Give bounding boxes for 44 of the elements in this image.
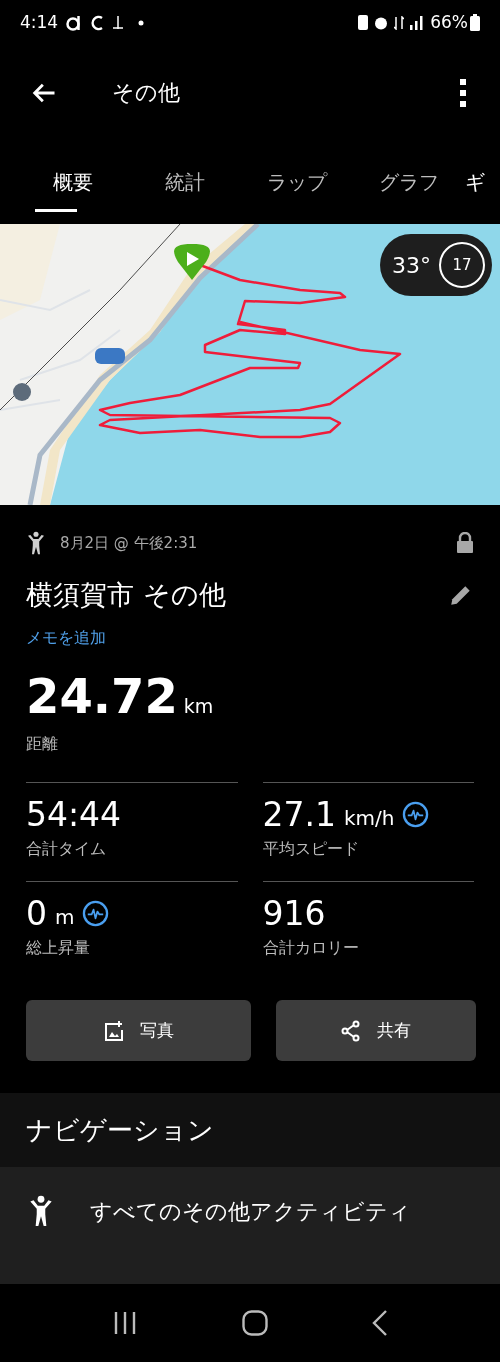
navigation-item[interactable]: すべてのその他アクティビティ xyxy=(0,1167,500,1284)
stat-value: 916 xyxy=(262,896,326,930)
screen-title: その他 xyxy=(112,79,181,107)
battery-percentage: 66% xyxy=(430,10,468,34)
distance-value: 24.72 xyxy=(26,671,178,720)
add-photo-button[interactable]: 写真 xyxy=(26,1000,251,1061)
add-note-link[interactable]: メモを追加 xyxy=(26,625,106,650)
stat-unit: m xyxy=(55,904,75,931)
dot-icon xyxy=(138,19,145,26)
tab[interactable]: 概要 xyxy=(17,140,129,224)
share-icon xyxy=(341,1019,361,1042)
section-heading: ナビゲーション xyxy=(26,1113,214,1147)
stat-label: 総上昇量 xyxy=(26,937,91,959)
sync-icon xyxy=(90,14,105,31)
person-icon xyxy=(28,1195,54,1227)
signal-icon xyxy=(410,15,425,30)
home-button[interactable] xyxy=(242,1310,268,1336)
share-button[interactable]: 共有 xyxy=(276,1000,476,1061)
stat-unit: km/h xyxy=(344,805,395,832)
activity-title: 横須賀市 その他 xyxy=(26,578,226,612)
stat-value: 27.1 xyxy=(262,797,336,831)
activity-chart-icon[interactable] xyxy=(402,800,430,828)
stat-label: 平均スピード xyxy=(262,838,360,860)
add-image-icon xyxy=(103,1019,124,1042)
stat-label: 合計タイム xyxy=(26,838,107,860)
wind-compass: 17 xyxy=(439,242,485,288)
recent-apps-button[interactable] xyxy=(112,1311,138,1335)
stat-value: 0 xyxy=(26,896,47,930)
activity-date: 8月2日 @ 午後2:31 xyxy=(60,532,198,554)
back-nav-button[interactable] xyxy=(372,1310,388,1336)
status-time: 4:14 xyxy=(20,10,59,34)
app-notification-icon xyxy=(66,13,83,32)
tab[interactable]: ギ xyxy=(465,140,500,224)
tab[interactable]: 統計 xyxy=(129,140,241,224)
distance-unit: km xyxy=(183,693,214,719)
tab[interactable]: グラフ xyxy=(353,140,465,224)
temperature: 33° xyxy=(392,251,431,280)
battery-icon xyxy=(470,14,480,31)
stat-label: 合計カロリー xyxy=(262,937,360,959)
stat-value: 54:44 xyxy=(26,797,122,831)
activity-chart-icon[interactable] xyxy=(82,899,110,927)
distance-label: 距離 xyxy=(26,733,59,755)
person-icon xyxy=(26,531,46,555)
tab[interactable]: ラップ xyxy=(241,140,353,224)
